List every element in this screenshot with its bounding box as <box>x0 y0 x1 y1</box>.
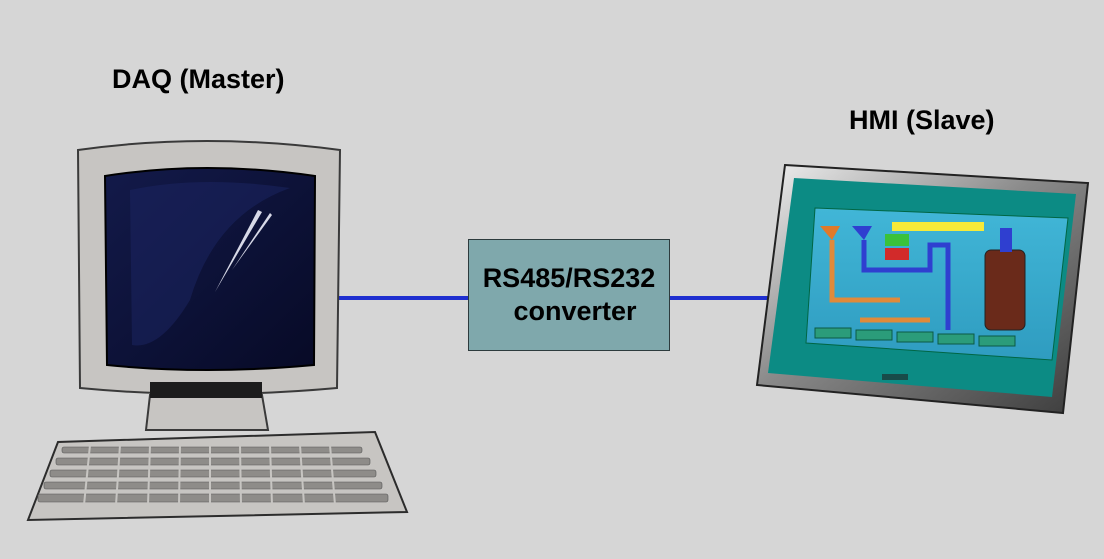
rs485-rs232-converter-box: RS485/RS232 converter <box>468 239 670 351</box>
daq-master-label: DAQ (Master) <box>112 64 285 94</box>
hmi-slave-label: HMI (Slave) <box>849 105 995 135</box>
daq-computer-icon <box>26 140 409 522</box>
converter-label-line1: RS485/RS232 <box>482 263 656 293</box>
converter-label-line2: converter <box>513 296 637 326</box>
hmi-panel-icon <box>755 163 1090 415</box>
